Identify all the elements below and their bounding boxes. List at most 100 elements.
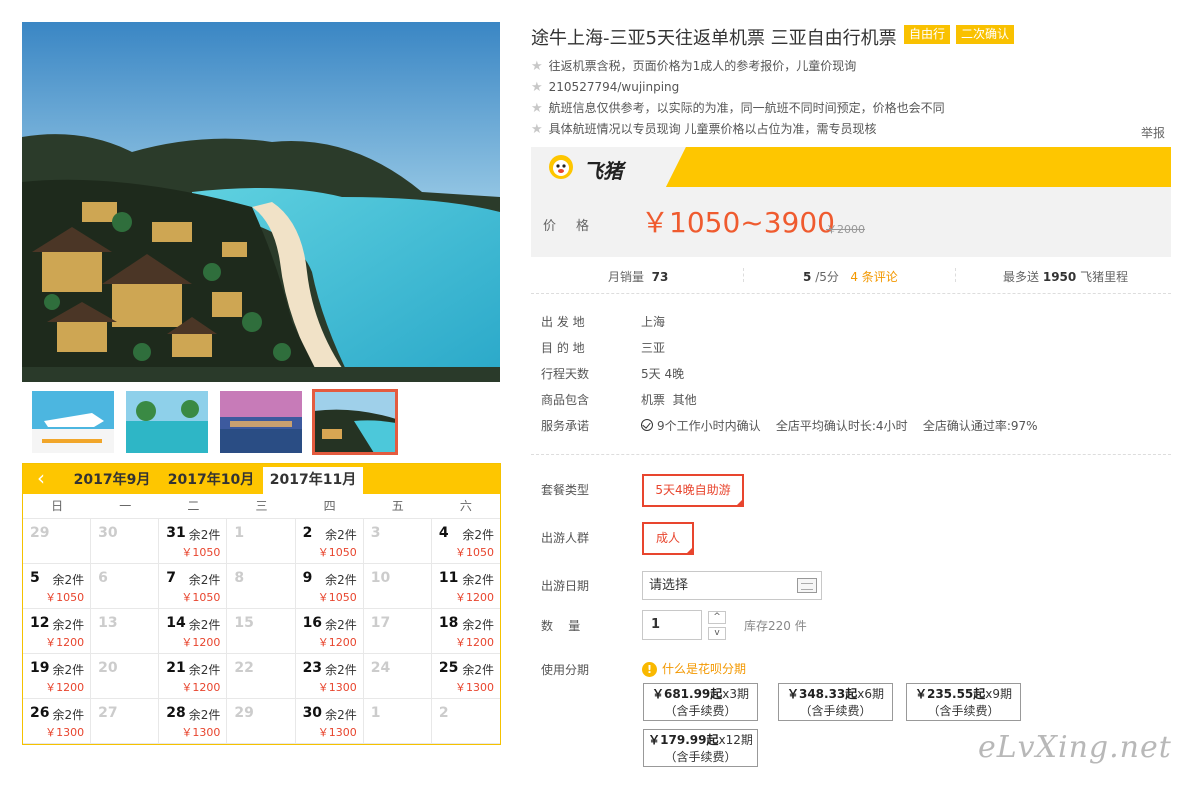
note-item: ★ 210527794/wujinping <box>531 77 945 98</box>
calendar-day-cell: 29 <box>23 519 92 564</box>
note-item: ★ 航班信息仅供参考，以实际的为准，同一航班不同时间预定，价格也会不同 <box>531 98 945 119</box>
calendar-day-cell[interactable]: 5 余2件 ￥1050 <box>23 564 92 609</box>
calendar-day-number: 1 <box>370 705 381 721</box>
calendar-day-number: 13 <box>98 615 118 631</box>
star-icon: ★ <box>531 80 543 95</box>
installment-option-3[interactable]: ￥681.99起x3期 （含手续费） <box>643 683 758 721</box>
resort-beach-image <box>22 22 500 382</box>
report-link[interactable]: 举报 <box>1141 124 1165 141</box>
calendar-day-cell[interactable]: 31 余2件 ￥1050 <box>159 519 228 564</box>
calendar-day-cell[interactable]: 9 余2件 ￥1050 <box>295 564 364 609</box>
calendar-day-price: ￥1200 <box>45 681 85 694</box>
calendar-tab-sep[interactable]: 2017年9月 <box>67 467 157 494</box>
monthly-sales-label: 月销量 <box>608 270 645 284</box>
star-icon: ★ <box>531 59 543 74</box>
product-title: 途牛上海-三亚5天往返单机票 三亚自由行机票 <box>531 28 897 49</box>
installment-periods: x12期 <box>718 733 753 747</box>
installment-periods: x9期 <box>985 687 1013 701</box>
calendar-day-price: ￥1200 <box>181 636 221 649</box>
travel-date-picker[interactable]: 请选择 <box>642 571 822 600</box>
calendar-day-number: 30 <box>98 525 118 541</box>
calendar-day-number: 28 <box>166 705 186 721</box>
installment-option-12[interactable]: ￥179.99起x12期 （含手续费） <box>643 729 758 767</box>
calendar-day-cell: 8 <box>227 564 296 609</box>
calendar-day-cell[interactable]: 16 余2件 ￥1200 <box>295 609 364 654</box>
calendar-day-cell[interactable]: 26 余2件 ￥1300 <box>23 699 92 744</box>
calendar-day-cell[interactable]: 4 余2件 ￥1050 <box>431 519 500 564</box>
calendar-day-price: ￥1050 <box>455 546 494 559</box>
calendar-day-cell: 24 <box>363 654 432 699</box>
package-option-5d4n[interactable]: 5天4晚自助游 <box>642 474 744 507</box>
star-icon: ★ <box>531 122 543 137</box>
calendar-day-cell[interactable]: 28 余2件 ￥1300 <box>159 699 228 744</box>
calendar-day-cell: 30 <box>91 519 160 564</box>
huabei-help-link[interactable]: ! 什么是花呗分期 <box>642 660 746 677</box>
price-range: ￥1050~3900 <box>641 206 835 239</box>
feizhu-logo-icon <box>549 155 573 179</box>
spec-destination: 目 的 地 三亚 <box>541 338 1038 364</box>
calendar-day-price: ￥1300 <box>317 726 357 739</box>
calendar-day-number: 17 <box>370 615 391 631</box>
crowd-option-adult[interactable]: 成人 <box>642 522 694 555</box>
calendar-tab-oct[interactable]: 2017年10月 <box>161 467 261 494</box>
calendar-day-number: 19 <box>30 660 50 676</box>
spec-value: 9个工作小时内确认 全店平均确认时长:4小时 全店确认通过率:97% <box>657 419 1038 433</box>
calendar-day-cell[interactable]: 19 余2件 ￥1200 <box>23 654 92 699</box>
spec-key: 行程天数 <box>541 367 590 381</box>
calendar-day-cell[interactable]: 30 余2件 ￥1300 <box>295 699 364 744</box>
calendar-day-number: 2 <box>302 525 313 541</box>
calendar-day-cell[interactable]: 23 余2件 ￥1300 <box>295 654 364 699</box>
calendar-day-number: 11 <box>438 570 459 586</box>
calendar-day-cell[interactable]: 14 余2件 ￥1200 <box>159 609 228 654</box>
calendar-day-stock: 余2件 <box>325 528 357 542</box>
calendar-day-cell: 27 <box>91 699 160 744</box>
thumbnail-yacht[interactable] <box>32 391 114 453</box>
installment-option-6[interactable]: ￥348.33起x6期 （含手续费） <box>778 683 893 721</box>
calendar-day-cell[interactable]: 2 余2件 ￥1050 <box>295 519 364 564</box>
calendar-day-number: 27 <box>98 705 118 721</box>
thumbnail-resort-bay[interactable] <box>312 389 398 455</box>
calendar-day-cell[interactable]: 7 余2件 ￥1050 <box>159 564 228 609</box>
thumbnail-pool[interactable] <box>126 391 208 453</box>
chevron-left-icon[interactable]: ‹ <box>23 464 59 494</box>
calendar-day-stock: 余2件 <box>188 663 221 677</box>
calendar-day-stock: 余2件 <box>188 618 221 632</box>
calendar-day-cell[interactable]: 18 余2件 ￥1200 <box>431 609 500 654</box>
calendar-header: ‹ 2017年9月 2017年10月 2017年11月 <box>23 464 500 494</box>
note-item: ★ 往返机票含税，页面价格为1成人的参考报价，儿童价现询 <box>531 56 945 77</box>
calendar-day-number: 15 <box>234 615 254 631</box>
quantity-decrease-icon[interactable]: v <box>708 627 726 640</box>
calendar-day-cell[interactable]: 12 余2件 ￥1200 <box>23 609 92 654</box>
quantity-increase-icon[interactable]: ^ <box>708 611 726 624</box>
quantity-input[interactable]: 1 <box>642 610 702 640</box>
calendar-day-stock: 余2件 <box>188 573 221 587</box>
calendar-tab-nov[interactable]: 2017年11月 <box>263 467 363 494</box>
spec-departure: 出 发 地 上海 <box>541 312 1038 338</box>
section-divider <box>531 454 1171 455</box>
calendar-day-cell[interactable]: 25 余2件 ￥1300 <box>431 654 500 699</box>
calendar-icon[interactable] <box>797 578 817 593</box>
calendar-day-price: ￥1300 <box>181 726 221 739</box>
calendar-day-price: ￥1050 <box>317 546 357 559</box>
stats-divider <box>743 268 744 282</box>
tag-free-travel: 自由行 <box>904 25 951 44</box>
calendar-day-number: 31 <box>166 525 186 541</box>
check-circle-icon <box>641 419 653 431</box>
thumbnail-sunset-villas[interactable] <box>220 391 302 453</box>
price-panel: 飞猪 价格 ￥1050~3900 ￥2000 <box>531 147 1171 257</box>
installment-option-9[interactable]: ￥235.55起x9期 （含手续费） <box>906 683 1021 721</box>
site-watermark: eLvXing.net <box>978 730 1172 765</box>
points-suffix: 飞猪里程 <box>1080 270 1129 284</box>
calendar-day-cell[interactable]: 11 余2件 ￥1200 <box>431 564 500 609</box>
calendar-day-number: 4 <box>438 525 449 541</box>
calendar-day-stock: 余2件 <box>52 708 85 722</box>
calendar-day-cell[interactable]: 21 余2件 ￥1200 <box>159 654 228 699</box>
reviews-link[interactable]: 4 条评论 <box>850 270 897 284</box>
brand-banner <box>531 147 1171 187</box>
calendar-day-number: 25 <box>438 660 459 676</box>
calendar-day-number: 7 <box>166 570 177 586</box>
sales-stats: 月销量 73 5 /5分 4 条评论 最多送 1950 飞猪里程 <box>531 262 1171 294</box>
installment-fee: （含手续费） <box>664 750 737 764</box>
product-specs: 出 发 地 上海 目 的 地 三亚 行程天数 5天 4晚 商品包含 机票 其他 服务承诺… <box>541 312 1038 442</box>
package-label: 套餐类型 <box>541 483 590 497</box>
